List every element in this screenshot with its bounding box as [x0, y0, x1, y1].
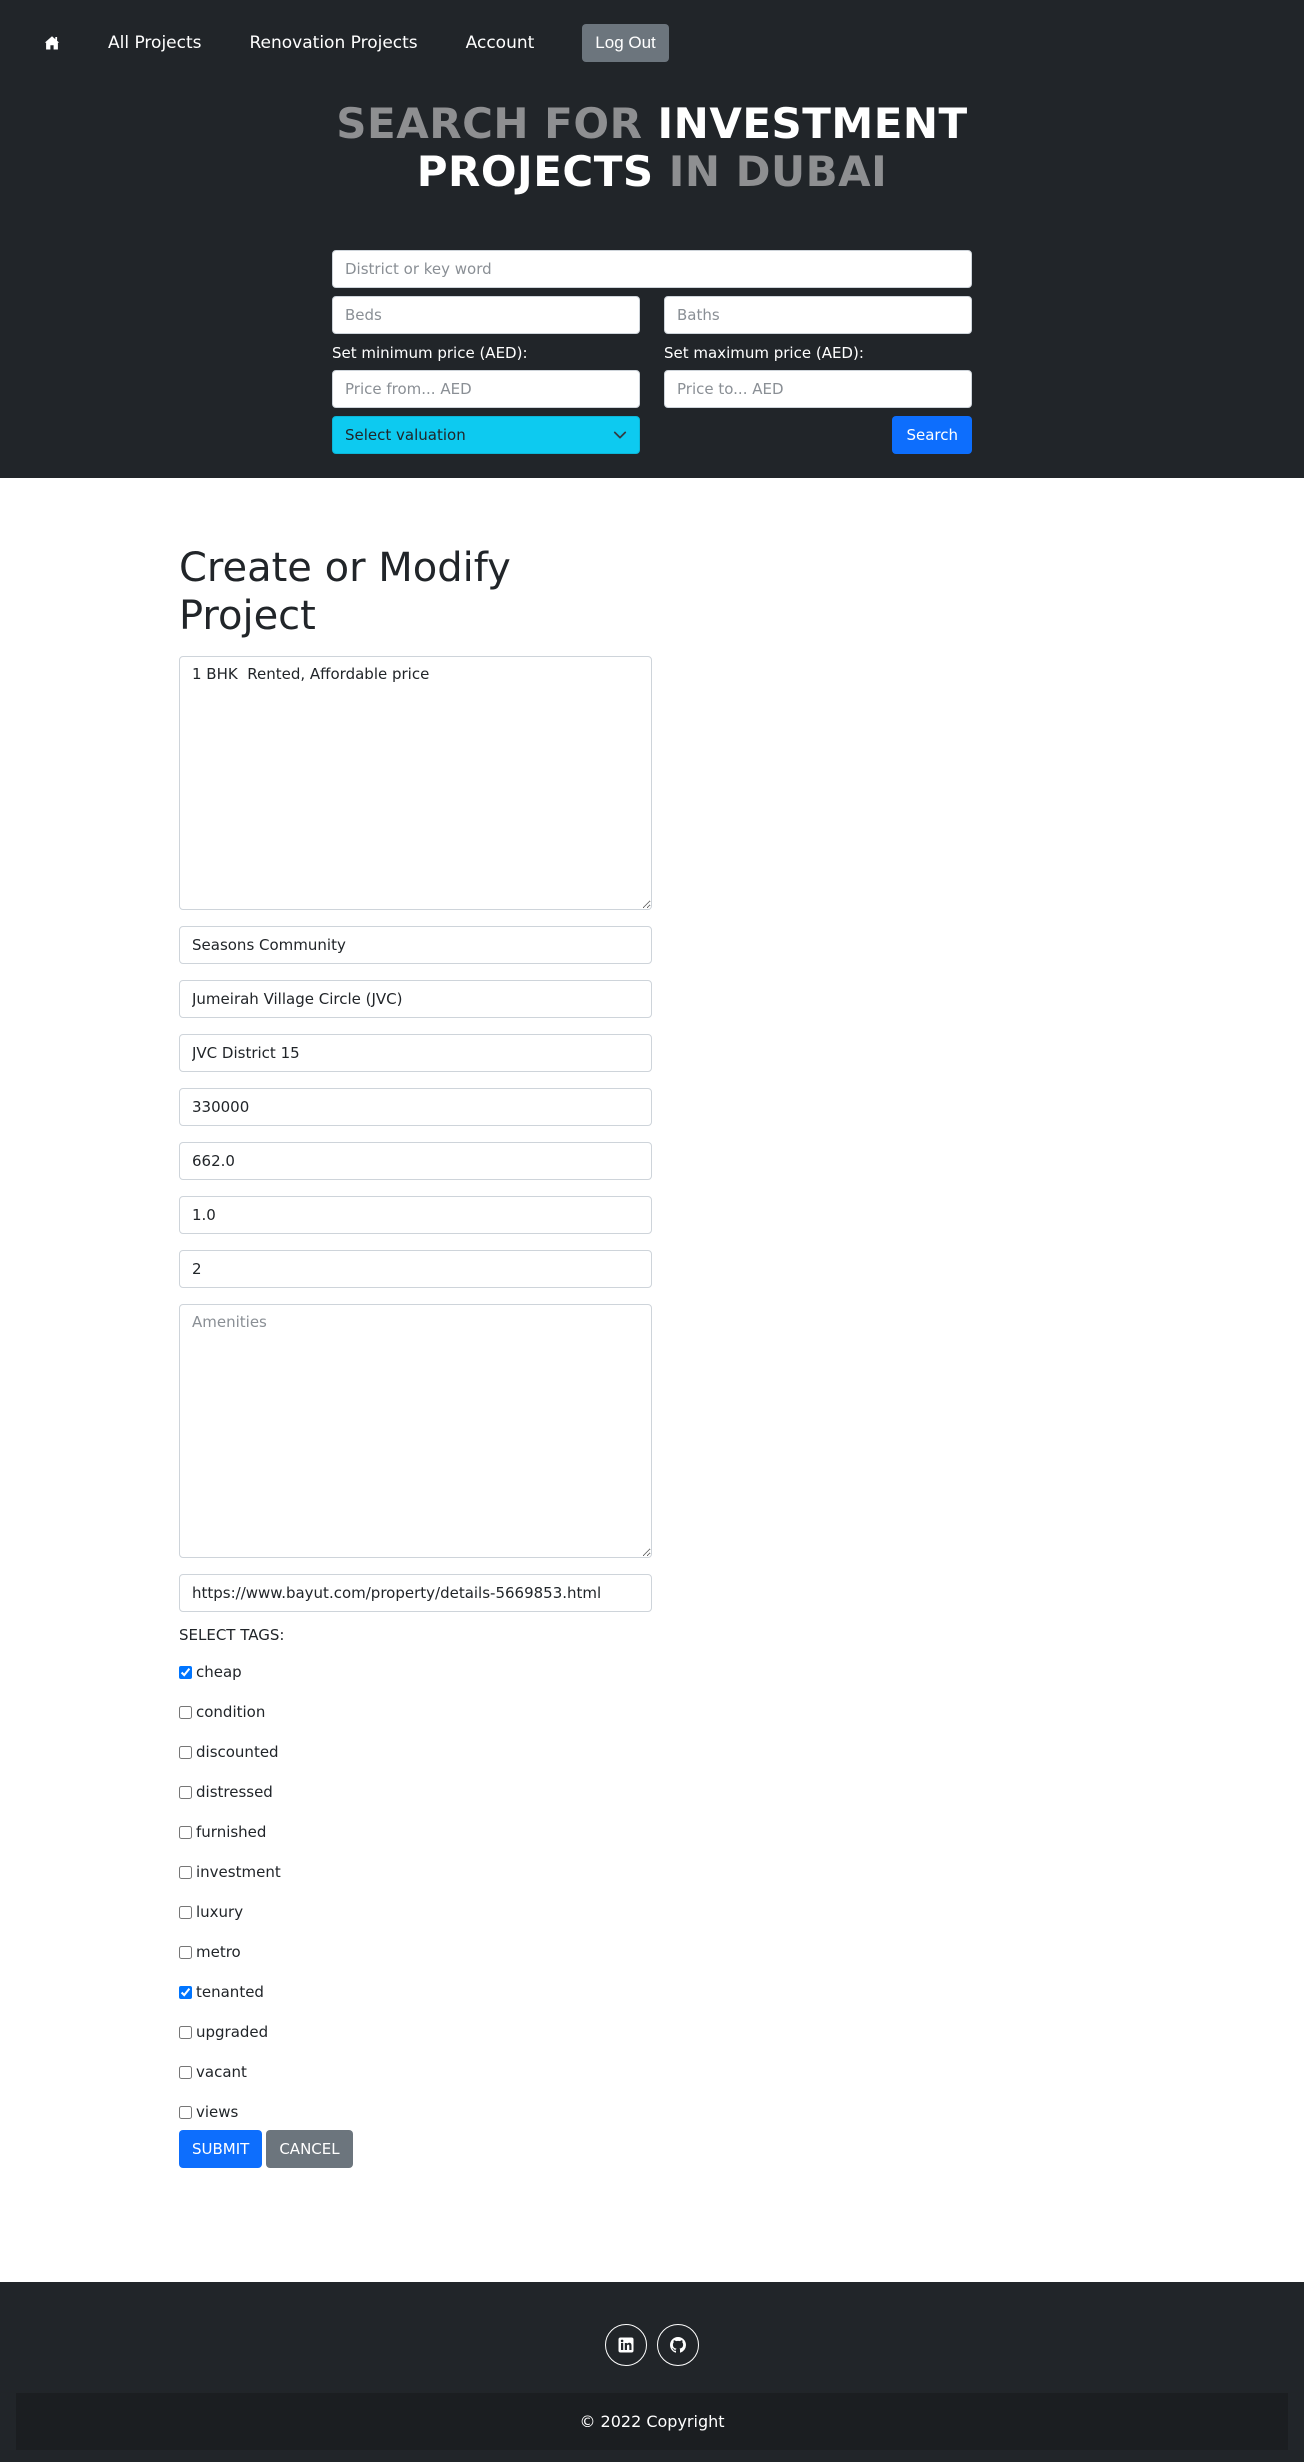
linkedin-link[interactable] — [605, 2324, 647, 2366]
hero-part-1: SEARCH FOR — [336, 99, 658, 148]
area-field[interactable] — [179, 1142, 652, 1180]
footer: © 2022 Copyright — [0, 2282, 1304, 2462]
min-price-label: Set minimum price (AED): — [332, 344, 528, 362]
tag-checkbox[interactable] — [179, 1745, 192, 1759]
tag-item[interactable]: discounted — [179, 1732, 652, 1772]
linkedin-icon — [618, 2337, 634, 2353]
tag-checkbox[interactable] — [179, 1865, 192, 1879]
tag-checkbox[interactable] — [179, 1985, 192, 1999]
tags-list: cheap condition discounted distressed fu… — [179, 1652, 652, 2132]
baths-input[interactable] — [664, 296, 972, 334]
search-form: Set minimum price (AED): Set maximum pri… — [332, 250, 972, 454]
hero-part-2: INVESTMENT — [657, 99, 968, 148]
community-field[interactable] — [179, 980, 652, 1018]
tag-checkbox[interactable] — [179, 1705, 192, 1719]
tag-item[interactable]: upgraded — [179, 2012, 652, 2052]
tag-checkbox[interactable] — [179, 1905, 192, 1919]
tag-label: vacant — [196, 2063, 247, 2081]
tag-label: investment — [196, 1863, 281, 1881]
district-field[interactable] — [179, 1034, 652, 1072]
tag-label: upgraded — [196, 2023, 269, 2041]
nav-renovation-projects[interactable]: Renovation Projects — [250, 33, 418, 53]
tag-label: tenanted — [196, 1983, 264, 2001]
copyright-text: © 2022 Copyright — [579, 2412, 725, 2431]
project-form: Create or Modify Project 1 BHK Rented, A… — [179, 544, 652, 2168]
tag-checkbox[interactable] — [179, 1825, 192, 1839]
main-content: Create or Modify Project 1 BHK Rented, A… — [0, 478, 1304, 2282]
tag-label: luxury — [196, 1903, 244, 1921]
baths-field[interactable] — [179, 1196, 652, 1234]
tag-label: furnished — [196, 1823, 267, 1841]
valuation-select[interactable]: Select valuation — [332, 416, 640, 454]
navbar: All Projects Renovation Projects Account… — [40, 24, 1264, 62]
nav-all-projects[interactable]: All Projects — [108, 33, 202, 53]
beds-baths-row — [332, 296, 972, 334]
house-icon — [44, 36, 60, 50]
url-field[interactable] — [179, 1574, 652, 1612]
tag-item[interactable]: furnished — [179, 1812, 652, 1852]
home-link[interactable] — [40, 31, 64, 55]
price-to-input[interactable] — [664, 370, 972, 408]
description-textarea[interactable]: 1 BHK Rented, Affordable price — [179, 656, 652, 910]
tag-item[interactable]: distressed — [179, 1772, 652, 1812]
tag-checkbox[interactable] — [179, 2065, 192, 2079]
search-button[interactable]: Search — [892, 416, 972, 454]
social-links — [0, 2324, 1304, 2366]
form-buttons: SUBMIT CANCEL — [179, 2130, 652, 2168]
github-link[interactable] — [657, 2324, 699, 2366]
tag-label: metro — [196, 1943, 241, 1961]
copyright-bar: © 2022 Copyright — [16, 2393, 1288, 2450]
price-row: Set minimum price (AED): Set maximum pri… — [332, 334, 972, 408]
tag-label: views — [196, 2103, 239, 2121]
tag-item[interactable]: luxury — [179, 1892, 652, 1932]
tag-checkbox[interactable] — [179, 1665, 192, 1679]
tag-checkbox[interactable] — [179, 2105, 192, 2119]
project-name-field[interactable] — [179, 926, 652, 964]
submit-button[interactable]: SUBMIT — [179, 2130, 263, 2168]
tag-checkbox[interactable] — [179, 1785, 192, 1799]
tag-item[interactable]: condition — [179, 1692, 652, 1732]
tags-label: SELECT TAGS: — [179, 1626, 285, 1644]
max-price-label: Set maximum price (AED): — [664, 344, 864, 362]
nav-account[interactable]: Account — [466, 33, 535, 53]
beds-field[interactable] — [179, 1250, 652, 1288]
tag-item[interactable]: views — [179, 2092, 652, 2132]
tag-checkbox[interactable] — [179, 2025, 192, 2039]
tag-item[interactable]: metro — [179, 1932, 652, 1972]
tag-label: cheap — [196, 1663, 242, 1681]
hero-part-4: IN DUBAI — [653, 147, 888, 196]
beds-input[interactable] — [332, 296, 640, 334]
logout-button[interactable]: Log Out — [582, 24, 669, 62]
tag-item[interactable]: cheap — [179, 1652, 652, 1692]
github-icon — [670, 2337, 686, 2353]
chevron-down-icon — [613, 431, 627, 439]
tag-item[interactable]: investment — [179, 1852, 652, 1892]
valuation-selected-value: Select valuation — [345, 426, 466, 444]
header: All Projects Renovation Projects Account… — [0, 0, 1304, 478]
hero-part-3: PROJECTS — [416, 147, 654, 196]
page-title: Create or Modify Project — [179, 545, 511, 639]
tag-checkbox[interactable] — [179, 1945, 192, 1959]
tag-item[interactable]: vacant — [179, 2052, 652, 2092]
district-search-input[interactable] — [332, 250, 972, 288]
amenities-textarea[interactable] — [179, 1304, 652, 1558]
valuation-row: Select valuation Search — [332, 416, 972, 454]
tag-label: distressed — [196, 1783, 273, 1801]
tag-item[interactable]: tenanted — [179, 1972, 652, 2012]
tag-label: condition — [196, 1703, 266, 1721]
max-price-group: Set maximum price (AED): — [664, 334, 972, 408]
price-from-input[interactable] — [332, 370, 640, 408]
cancel-button[interactable]: CANCEL — [266, 2130, 353, 2168]
hero-title: SEARCH FOR INVESTMENT PROJECTS IN DUBAI — [0, 100, 1304, 196]
price-field[interactable] — [179, 1088, 652, 1126]
tag-label: discounted — [196, 1743, 279, 1761]
min-price-group: Set minimum price (AED): — [332, 334, 640, 408]
